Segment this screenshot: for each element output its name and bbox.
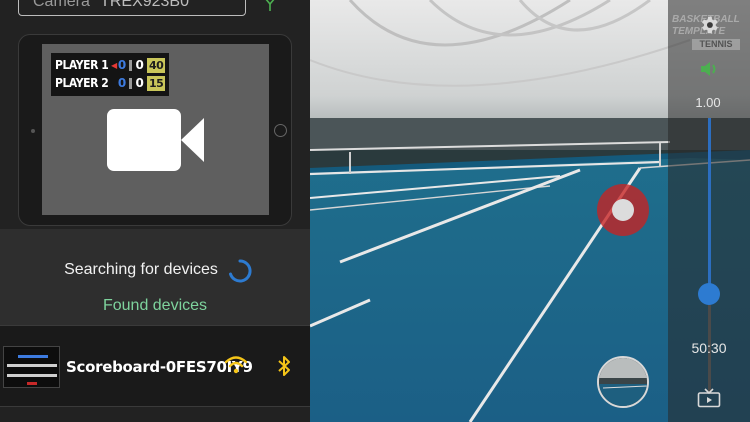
video-camera-icon xyxy=(107,109,204,171)
loading-spinner-icon xyxy=(229,259,252,283)
device-search-area: Searching for devices Found devices xyxy=(0,229,310,325)
camera-field-label: Camera xyxy=(33,0,90,10)
zoom-slider-fill xyxy=(708,118,711,293)
gear-icon[interactable] xyxy=(698,14,720,36)
recording-timer: 50:30 xyxy=(691,340,727,356)
player-sets: 0 xyxy=(135,58,144,72)
record-dot xyxy=(612,199,634,221)
player-games: 0 xyxy=(117,76,126,90)
wifi-icon xyxy=(225,356,247,374)
last-recording-thumbnail[interactable] xyxy=(597,356,649,408)
tablet-preview: PLAYER 1 ◀ 0 0 40 PLAYER 2 0 0 15 xyxy=(18,34,292,226)
tablet-home-button xyxy=(274,124,287,137)
camera-select-field[interactable]: Camera TREX923B0 xyxy=(18,0,246,16)
scoreboard-preview: PLAYER 1 ◀ 0 0 40 PLAYER 2 0 0 15 xyxy=(51,53,169,96)
player-name: PLAYER 1 xyxy=(55,58,109,72)
searching-status: Searching for devices xyxy=(64,261,218,278)
score-divider xyxy=(128,59,132,71)
player-row: PLAYER 1 ◀ 0 0 40 xyxy=(55,56,165,74)
tv-cast-icon[interactable] xyxy=(697,388,721,408)
brand-tag: TENNIS xyxy=(692,39,740,50)
device-thumbnail xyxy=(3,346,60,388)
tablet-camera-dot xyxy=(31,129,35,133)
link-icon[interactable] xyxy=(262,0,278,12)
bluetooth-icon xyxy=(278,356,290,376)
player-games: 0 xyxy=(117,58,126,72)
player-name: PLAYER 2 xyxy=(55,76,109,90)
zoom-slider-handle[interactable] xyxy=(698,283,720,305)
tablet-screen: PLAYER 1 ◀ 0 0 40 PLAYER 2 0 0 15 xyxy=(42,44,269,215)
device-list-item[interactable]: Scoreboard-0FES70IY9 xyxy=(0,325,310,407)
device-panel: Camera TREX923B0 PLAYER 1 ◀ 0 0 40 PLAYE… xyxy=(0,0,310,422)
player-row: PLAYER 2 0 0 15 xyxy=(55,74,165,92)
player-points: 15 xyxy=(147,75,165,91)
record-button[interactable] xyxy=(597,184,649,236)
camera-field-value: TREX923B0 xyxy=(100,0,189,10)
found-devices-label: Found devices xyxy=(102,297,208,314)
score-divider xyxy=(128,77,132,89)
zoom-level-label: 1.00 xyxy=(695,95,721,110)
player-sets: 0 xyxy=(135,76,144,90)
volume-icon[interactable] xyxy=(699,59,719,79)
player-points: 40 xyxy=(147,57,165,73)
